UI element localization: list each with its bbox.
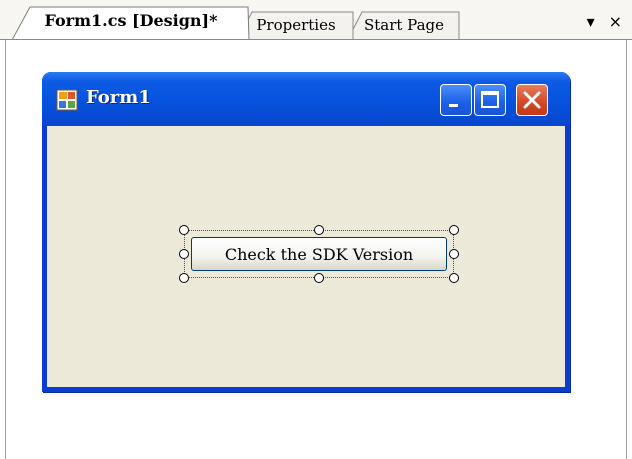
- minimize-icon: [449, 104, 458, 107]
- resize-handle-bottom[interactable]: [314, 273, 324, 283]
- resize-handle-bottom-left[interactable]: [179, 273, 189, 283]
- tab-start-page[interactable]: Start Page: [348, 11, 460, 39]
- document-tab-strip: Start Page Properties Form1.cs [Design]*…: [0, 0, 632, 40]
- tab-form1-design[interactable]: Form1.cs [Design]*: [12, 6, 250, 40]
- tab-label: Properties: [256, 16, 336, 34]
- form-window[interactable]: Form1 Check the SDK Version: [42, 72, 570, 392]
- form-app-icon: [56, 89, 78, 111]
- resize-handle-top-right[interactable]: [449, 225, 459, 235]
- resize-handle-bottom-right[interactable]: [449, 273, 459, 283]
- resize-handle-top-left[interactable]: [179, 225, 189, 235]
- minimize-button[interactable]: [440, 84, 472, 116]
- resize-handle-right[interactable]: [449, 249, 459, 259]
- maximize-icon: [481, 91, 499, 108]
- resize-handle-left[interactable]: [179, 249, 189, 259]
- close-window-button[interactable]: [516, 84, 548, 116]
- close-icon[interactable]: ×: [609, 12, 622, 31]
- chevron-down-icon[interactable]: ▾: [587, 12, 595, 31]
- close-icon: [523, 91, 541, 109]
- tab-properties[interactable]: Properties: [238, 11, 354, 39]
- form-titlebar[interactable]: Form1: [42, 72, 570, 126]
- maximize-button[interactable]: [474, 84, 506, 116]
- tab-controls: ▾ ×: [587, 8, 622, 34]
- check-sdk-version-button[interactable]: Check the SDK Version: [191, 237, 447, 271]
- form-client-area[interactable]: Check the SDK Version: [47, 126, 565, 387]
- tab-label: Form1.cs [Design]*: [44, 11, 218, 30]
- form-title: Form1: [86, 87, 151, 108]
- tab-label: Start Page: [363, 16, 445, 34]
- resize-handle-top[interactable]: [314, 225, 324, 235]
